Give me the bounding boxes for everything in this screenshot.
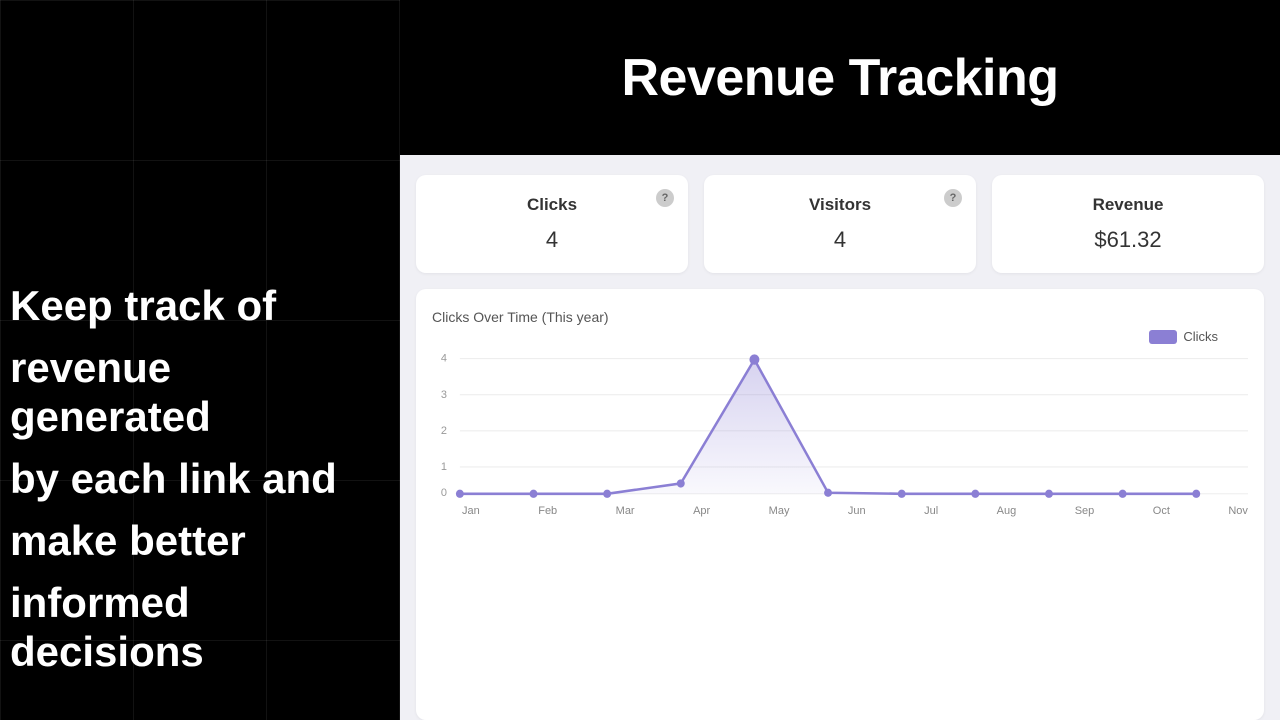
right-panel: Revenue Tracking ? Clicks 4 ? Visitors 4… <box>400 0 1280 720</box>
x-label-apr: Apr <box>693 505 710 517</box>
left-line-1: Keep track of <box>10 282 380 330</box>
chart-dot-apr <box>677 479 685 487</box>
revenue-value: $61.32 <box>1016 227 1240 253</box>
svg-text:2: 2 <box>441 425 447 437</box>
chart-dot-aug <box>971 490 979 498</box>
left-panel: Keep track of revenue generated by each … <box>0 0 400 720</box>
visitors-help-icon[interactable]: ? <box>944 189 962 207</box>
stats-row: ? Clicks 4 ? Visitors 4 Revenue $61.32 <box>416 175 1264 273</box>
revenue-label: Revenue <box>1016 195 1240 215</box>
chart-dot-jan <box>456 490 464 498</box>
chart-dot-jun <box>824 489 832 497</box>
chart-title: Clicks Over Time (This year) <box>432 309 1248 325</box>
x-label-jun: Jun <box>848 505 866 517</box>
x-label-jul: Jul <box>924 505 938 517</box>
x-label-oct: Oct <box>1153 505 1170 517</box>
chart-line <box>460 360 1196 494</box>
x-label-mar: Mar <box>616 505 635 517</box>
chart-dot-nov <box>1192 490 1200 498</box>
page-header: Revenue Tracking <box>400 0 1280 155</box>
chart-dot-sep <box>1045 490 1053 498</box>
left-line-5: informed decisions <box>10 579 380 676</box>
x-label-feb: Feb <box>538 505 557 517</box>
clicks-value: 4 <box>440 227 664 253</box>
chart-area: 4 3 2 1 0 <box>432 341 1248 501</box>
visitors-value: 4 <box>728 227 952 253</box>
left-line-4: make better <box>10 517 380 565</box>
svg-text:0: 0 <box>441 487 447 499</box>
clicks-help-icon[interactable]: ? <box>656 189 674 207</box>
chart-dot-oct <box>1119 490 1127 498</box>
left-line-2: revenue generated <box>10 344 380 441</box>
x-label-jan: Jan <box>462 505 480 517</box>
stat-card-clicks: ? Clicks 4 <box>416 175 688 273</box>
left-line-3: by each link and <box>10 455 380 503</box>
clicks-label: Clicks <box>440 195 664 215</box>
chart-dot-may <box>749 354 759 364</box>
chart-container: Clicks Over Time (This year) Clicks 4 3 … <box>416 289 1264 720</box>
stat-card-visitors: ? Visitors 4 <box>704 175 976 273</box>
chart-dot-mar <box>603 490 611 498</box>
x-label-nov: Nov <box>1228 505 1248 517</box>
stat-card-revenue: Revenue $61.32 <box>992 175 1264 273</box>
chart-dot-feb <box>530 490 538 498</box>
chart-svg: 4 3 2 1 0 <box>432 341 1248 501</box>
x-axis-labels: Jan Feb Mar Apr May Jun Jul Aug Sep Oct … <box>432 501 1248 517</box>
visitors-label: Visitors <box>728 195 952 215</box>
x-label-aug: Aug <box>997 505 1017 517</box>
chart-area-fill <box>460 360 1196 494</box>
svg-text:3: 3 <box>441 389 447 401</box>
stats-container: ? Clicks 4 ? Visitors 4 Revenue $61.32 <box>400 155 1280 273</box>
x-label-may: May <box>769 505 790 517</box>
svg-text:4: 4 <box>441 352 447 364</box>
chart-dot-jul <box>898 490 906 498</box>
x-label-sep: Sep <box>1075 505 1095 517</box>
left-text-block: Keep track of revenue generated by each … <box>0 282 400 690</box>
svg-text:1: 1 <box>441 461 447 473</box>
page-title: Revenue Tracking <box>621 48 1058 108</box>
